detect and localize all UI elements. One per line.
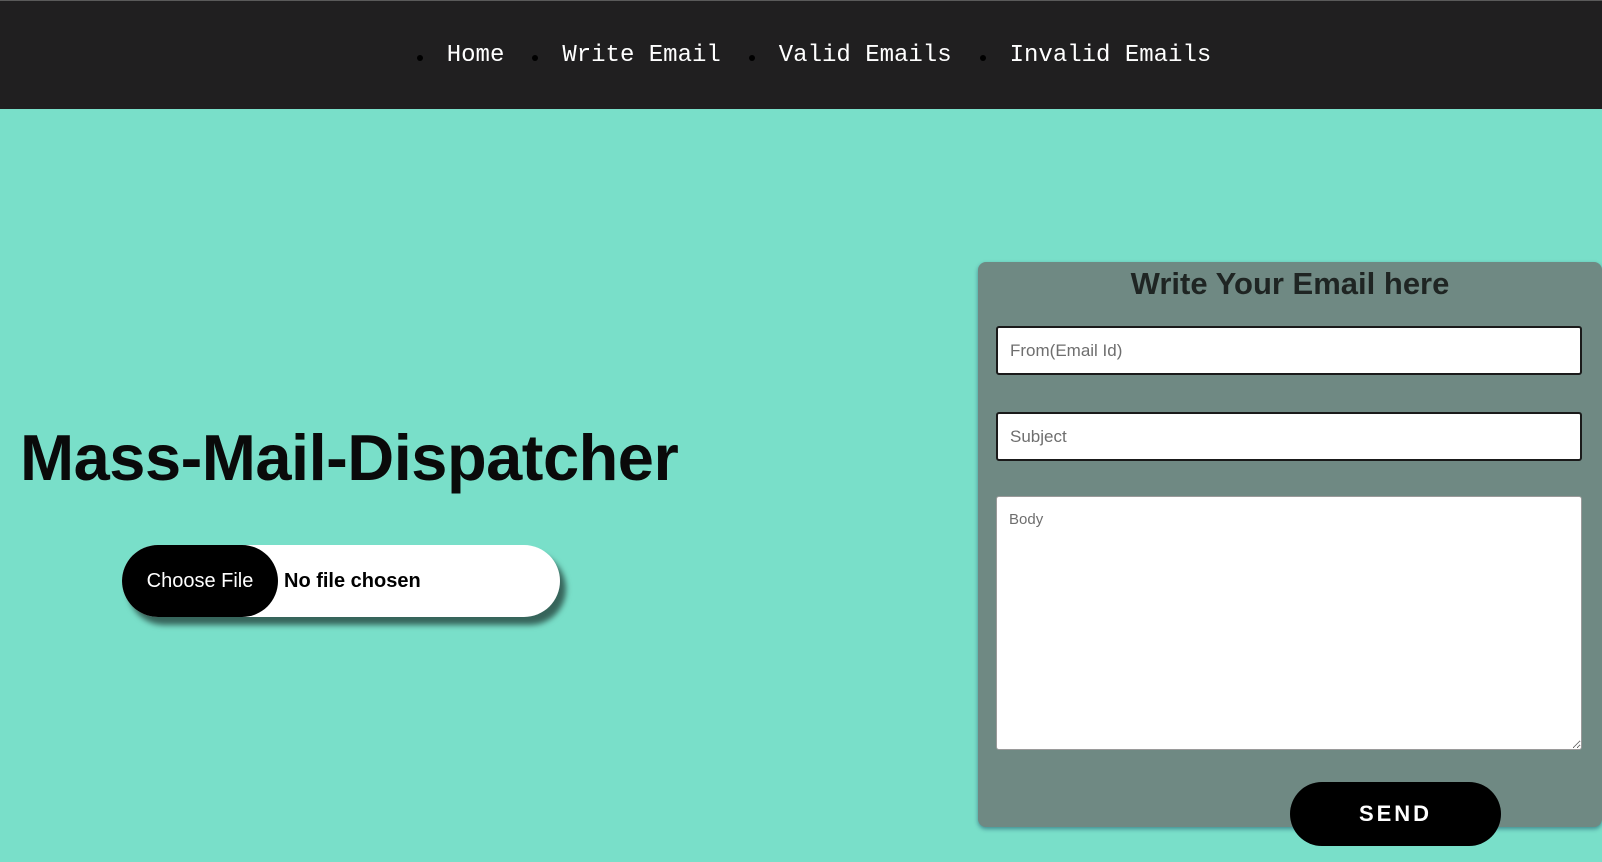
nav-item-label[interactable]: Invalid Emails (1010, 42, 1212, 69)
choose-file-button[interactable]: Choose File (122, 545, 278, 617)
file-status-text: No file chosen (284, 569, 421, 592)
send-button[interactable]: SEND (1290, 782, 1501, 846)
bullet-icon (532, 54, 539, 61)
body-textarea[interactable] (996, 496, 1582, 750)
subject-input[interactable] (996, 412, 1582, 461)
from-email-input[interactable] (996, 326, 1582, 375)
file-upload-input[interactable]: Choose File No file chosen (122, 545, 560, 617)
nav-item-invalid-emails[interactable]: Invalid Emails (979, 42, 1212, 69)
nav-item-write-email[interactable]: Write Email (532, 42, 721, 69)
form-heading: Write Your Email here (1130, 266, 1450, 301)
bullet-icon (748, 54, 755, 61)
bullet-icon (416, 54, 423, 61)
bullet-icon (979, 54, 986, 61)
nav-item-label[interactable]: Home (447, 42, 505, 69)
nav-list: Home Write Email Valid Emails Invalid Em… (0, 1, 1602, 110)
top-navbar: Home Write Email Valid Emails Invalid Em… (0, 0, 1602, 109)
nav-item-home[interactable]: Home (416, 42, 505, 69)
page-title: Mass-Mail-Dispatcher (20, 421, 679, 494)
nav-item-valid-emails[interactable]: Valid Emails (748, 42, 952, 69)
email-form-card: Write Your Email here SEND (978, 262, 1602, 846)
nav-item-label[interactable]: Valid Emails (779, 42, 952, 69)
nav-item-label[interactable]: Write Email (562, 42, 720, 69)
